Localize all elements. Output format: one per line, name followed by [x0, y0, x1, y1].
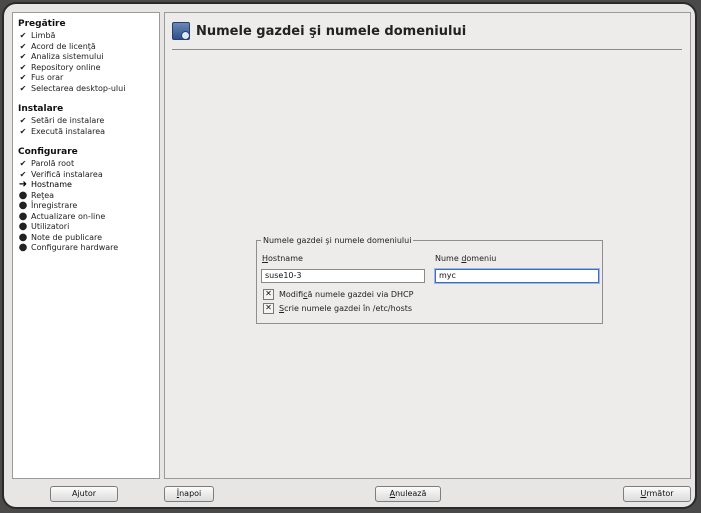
checkmark-icon: ✔ [19, 62, 27, 72]
hostname-domain-group: Numele gazdei şi numele domeniului Hostn… [256, 236, 603, 324]
sidebar-step-label: Limbă [31, 31, 56, 40]
sidebar-step-label: Reţea [31, 190, 55, 200]
checkmark-icon: ✔ [19, 31, 27, 40]
sidebar-step-label: Actualizare on-line [31, 211, 106, 221]
sidebar-step-item: ● Înregistrare [18, 200, 154, 212]
sidebar-section: Configurare ✔ Parolă root ✔ Verifică instala… [18, 147, 154, 254]
sidebar-step-item: ✔ Repository online [18, 63, 154, 74]
checkmark-icon: ✔ [19, 41, 27, 51]
header-divider [172, 49, 682, 50]
sidebar-step-item: ➜ Hostname [18, 179, 154, 191]
abort-button[interactable]: Anulează [375, 486, 441, 502]
sidebar-step-label: Acord de licenţă [31, 41, 96, 51]
domain-label: Nume domeniu [435, 254, 497, 263]
bullet-icon: ● [18, 242, 28, 253]
sidebar-step-item: ● Reţea [18, 190, 154, 202]
sidebar-step-label: Repository online [31, 62, 101, 72]
group-label: Numele gazdei şi numele domeniului [263, 236, 412, 245]
sidebar-section-title: Configurare [18, 147, 78, 157]
next-button[interactable]: Următor [623, 486, 691, 502]
checkmark-icon: ✔ [19, 126, 27, 136]
steps-sidebar: Pregătire ✔ Limbă ✔ Acord de licenţă ✔ Analiza… [12, 12, 160, 479]
sidebar-step-label: Selectarea desktop-ului [31, 83, 126, 93]
bullet-icon: ● [18, 221, 28, 232]
sidebar-section-title: Pregătire [18, 19, 66, 29]
sidebar-step-item: ✔ Analiza sistemului [18, 52, 154, 63]
page-title: Numele gazdei şi numele domeniului [196, 23, 467, 39]
sidebar-step-label: Fus orar [31, 73, 64, 82]
page-header: Numele gazdei şi numele domeniului [172, 19, 682, 43]
sidebar-step-item: ● Configurare hardware [18, 242, 154, 254]
hosts-checkbox-row[interactable]: ✕ Scrie numele gazdei în /etc/hosts [263, 303, 412, 314]
help-button[interactable]: Ajutor [50, 486, 118, 502]
hostname-label: Hostname [262, 254, 303, 263]
sidebar-step-label: Verifică instalarea [31, 169, 103, 179]
hosts-checkbox-label: Scrie numele gazdei în /etc/hosts [279, 304, 413, 313]
sidebar-step-item: ✔ Parolă root [18, 159, 154, 170]
checkmark-icon: ✔ [19, 159, 27, 168]
sidebar-step-label: Execută instalarea [31, 126, 106, 136]
sidebar-step-label: Setări de instalare [31, 116, 105, 125]
sidebar-step-label: Configurare hardware [31, 243, 119, 252]
back-button[interactable]: Înapoi [164, 486, 214, 502]
sidebar-step-item: ✔ Acord de licenţă [18, 42, 154, 53]
sidebar-section-title: Instalare [18, 104, 64, 114]
sidebar-step-label: Analiza sistemului [31, 52, 104, 61]
network-host-icon [172, 22, 190, 40]
sidebar-step-item: ● Actualizare on-line [18, 211, 154, 223]
hosts-checkbox[interactable]: ✕ [263, 303, 274, 314]
arrow-right-icon: ➜ [18, 179, 28, 190]
sidebar-step-item: ✔ Execută instalarea [18, 127, 154, 138]
sidebar-step-label: Hostname [31, 180, 72, 189]
checkmark-icon: ✔ [19, 116, 27, 125]
domain-input[interactable]: myc [435, 269, 599, 283]
dhcp-checkbox-label: Modifică numele gazdei via DHCP [279, 290, 414, 299]
bullet-icon: ● [18, 200, 28, 211]
sidebar-step-item: ✔ Setări de instalare [18, 116, 154, 127]
checkmark-icon: ✔ [19, 52, 27, 61]
sidebar-step-label: Parolă root [31, 159, 75, 168]
sidebar-step-item: ✔ Selectarea desktop-ului [18, 84, 154, 95]
sidebar-step-label: Note de publicare [31, 232, 103, 242]
sidebar-step-label: Înregistrare [31, 201, 78, 210]
sidebar-step-label: Utilizatori [31, 222, 70, 231]
dhcp-checkbox[interactable]: ✕ [263, 289, 274, 300]
checkmark-icon: ✔ [19, 83, 27, 93]
dhcp-checkbox-row[interactable]: ✕ Modifică numele gazdei via DHCP [263, 289, 413, 300]
sidebar-step-item: ● Utilizatori [18, 221, 154, 233]
installer-window: Pregătire ✔ Limbă ✔ Acord de licenţă ✔ Analiza… [2, 2, 697, 509]
sidebar-step-item: ✔ Verifică instalarea [18, 170, 154, 181]
main-panel: Numele gazdei şi numele domeniului Numel… [164, 12, 691, 479]
sidebar-section: Instalare ✔ Setări de instalare ✔ Execută in… [18, 104, 154, 137]
sidebar-step-item: ✔ Limbă [18, 31, 154, 42]
sidebar-step-item: ● Note de publicare [18, 232, 154, 244]
hostname-input[interactable]: suse10-3 [261, 269, 425, 283]
checkmark-icon: ✔ [19, 73, 27, 82]
sidebar-section: Pregătire ✔ Limbă ✔ Acord de licenţă ✔ Analiza… [18, 19, 154, 94]
sidebar-step-item: ✔ Fus orar [18, 73, 154, 84]
